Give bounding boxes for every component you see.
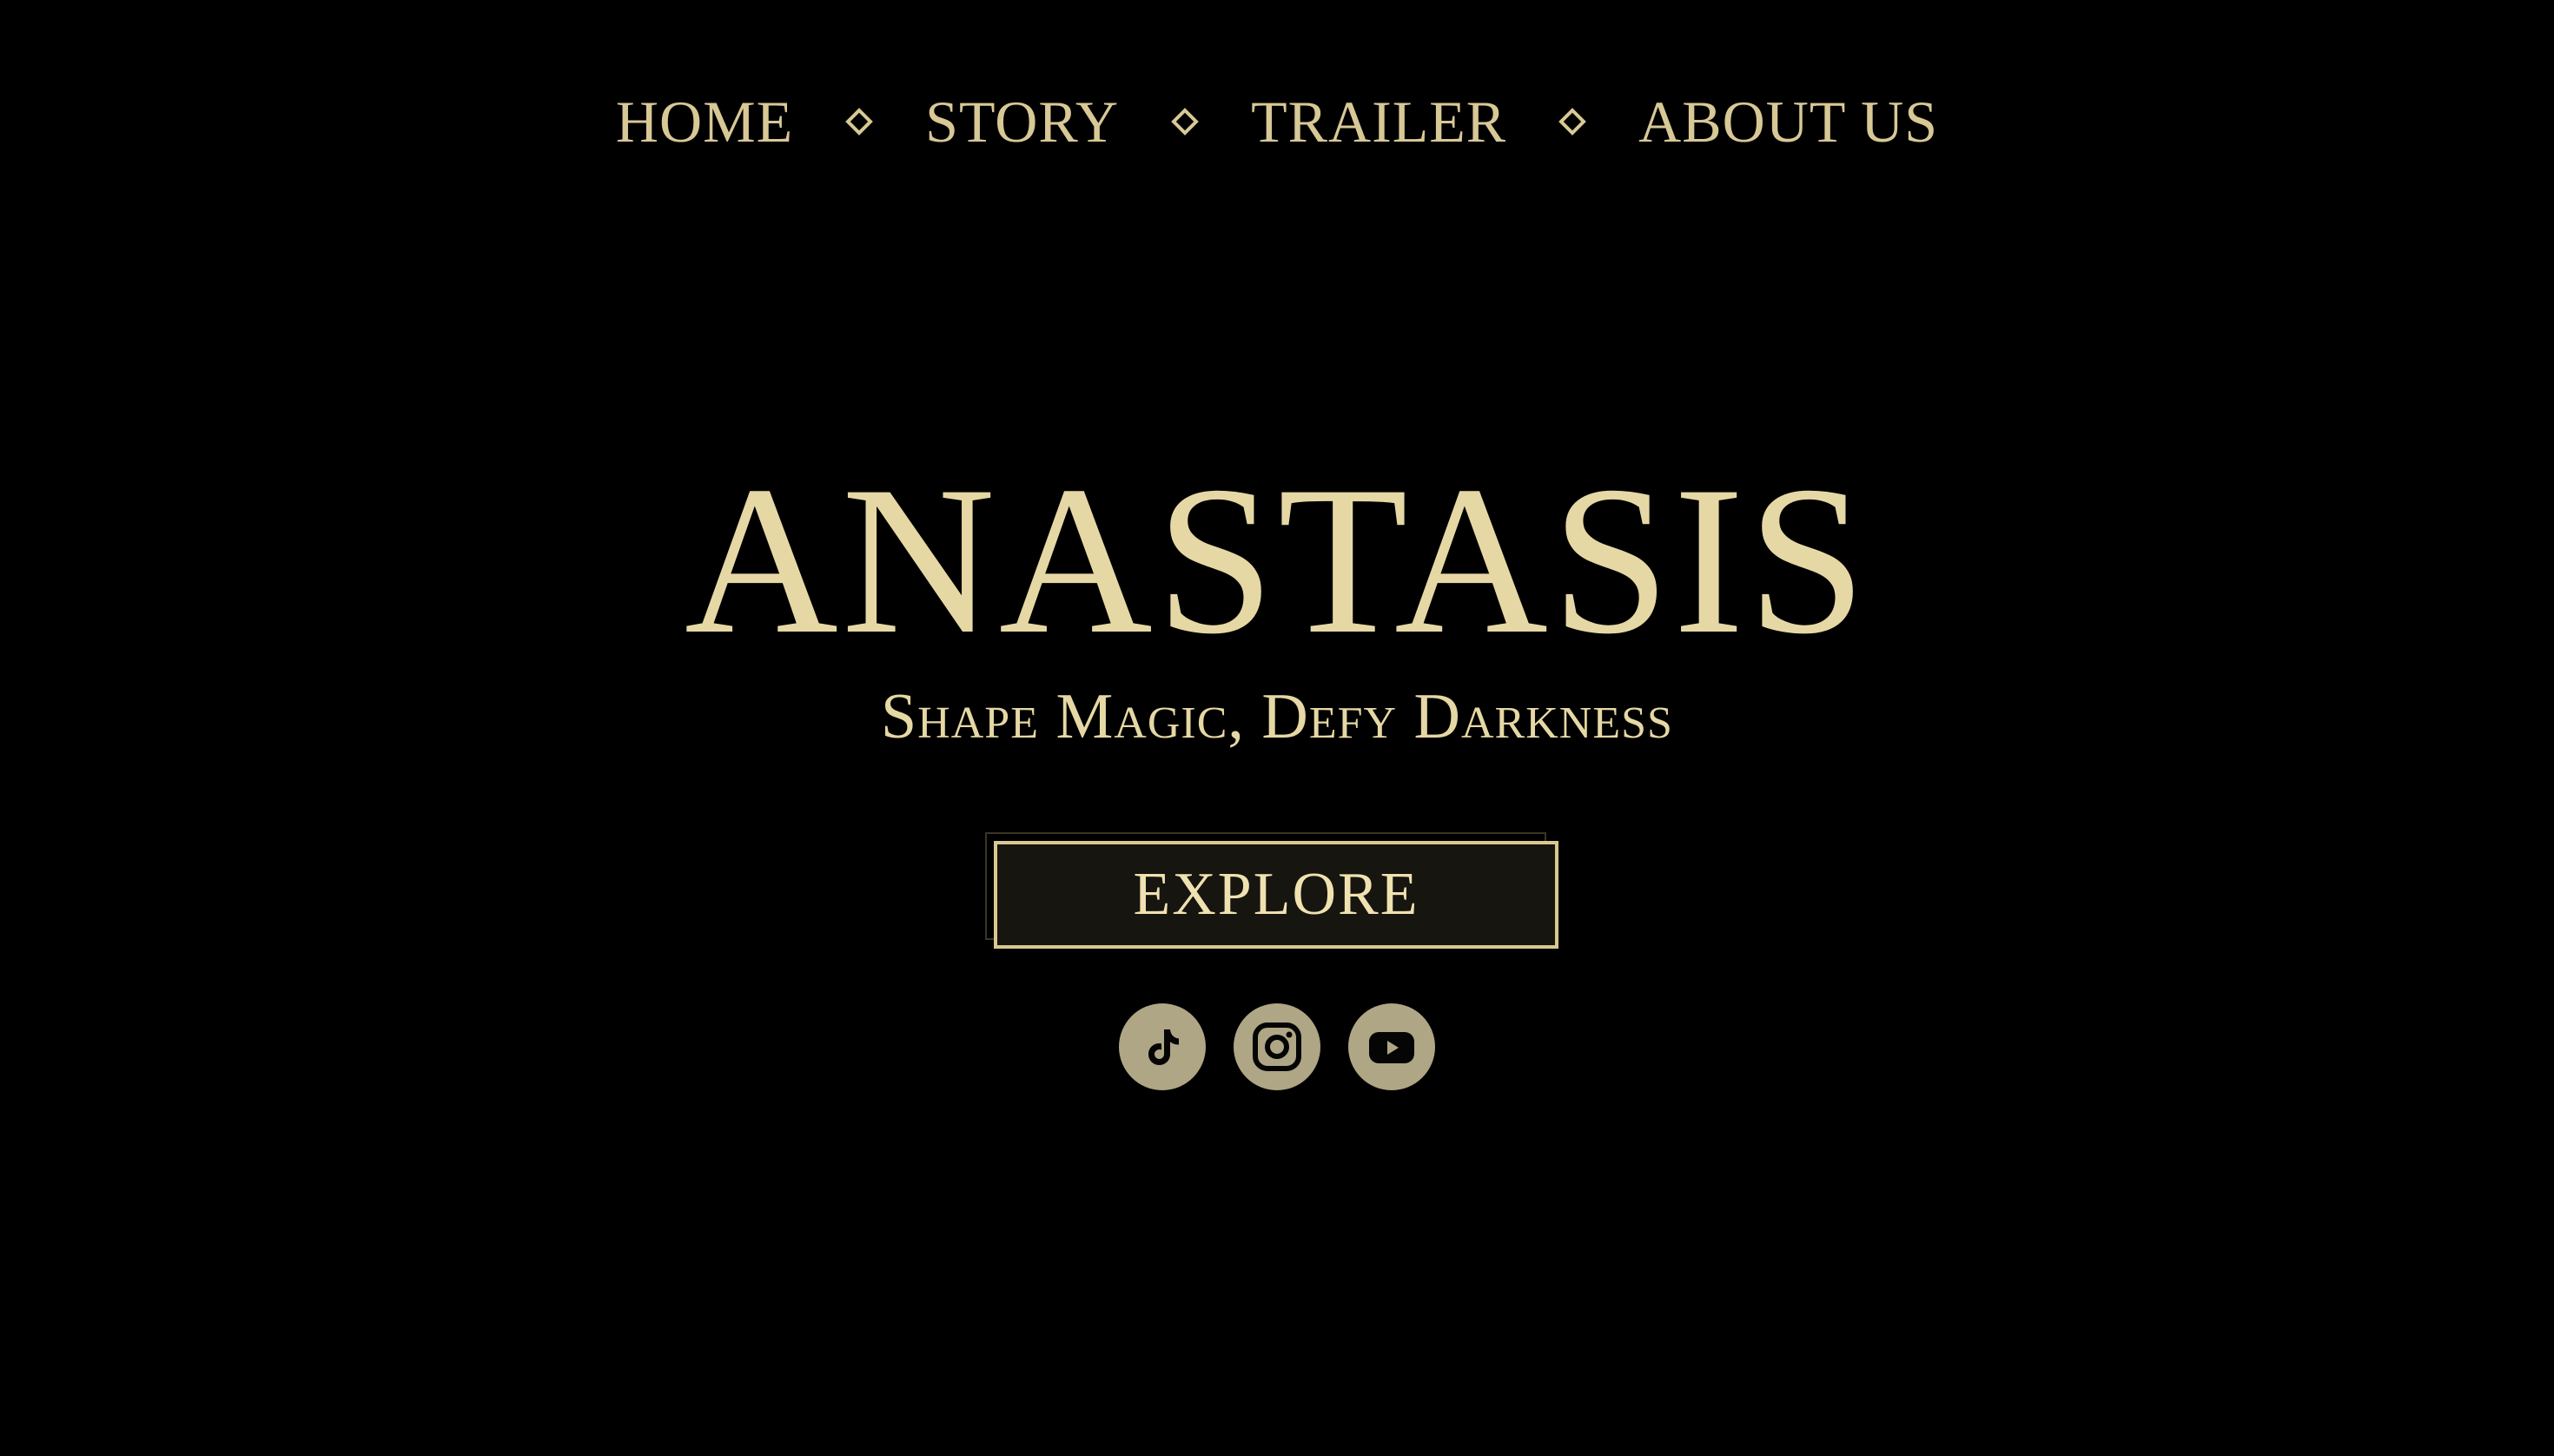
diamond-separator-icon — [1558, 108, 1586, 136]
diamond-separator-icon — [1171, 108, 1199, 136]
diamond-separator-icon — [845, 108, 873, 136]
tiktok-icon — [1138, 1023, 1187, 1071]
instagram-icon — [1250, 1020, 1304, 1074]
youtube-icon — [1366, 1022, 1417, 1072]
nav-story-link[interactable]: STORY — [925, 80, 1119, 163]
nav-about-us-link[interactable]: ABOUT US — [1638, 80, 1938, 163]
explore-button-frame: EXPLORE — [985, 832, 1558, 952]
tiktok-link[interactable] — [1119, 1003, 1206, 1090]
social-links — [0, 1003, 2554, 1090]
nav-trailer-link[interactable]: TRAILER — [1251, 80, 1506, 163]
instagram-link[interactable] — [1234, 1003, 1320, 1090]
hero-title: ANASTASIS — [684, 442, 1870, 678]
nav-home-link[interactable]: HOME — [616, 80, 793, 163]
main-nav: HOME STORY TRAILER ABOUT US — [0, 80, 2554, 163]
hero-tagline: Shape Magic, Defy Darkness — [881, 681, 1673, 752]
youtube-link[interactable] — [1348, 1003, 1435, 1090]
explore-button[interactable]: EXPLORE — [994, 841, 1558, 949]
